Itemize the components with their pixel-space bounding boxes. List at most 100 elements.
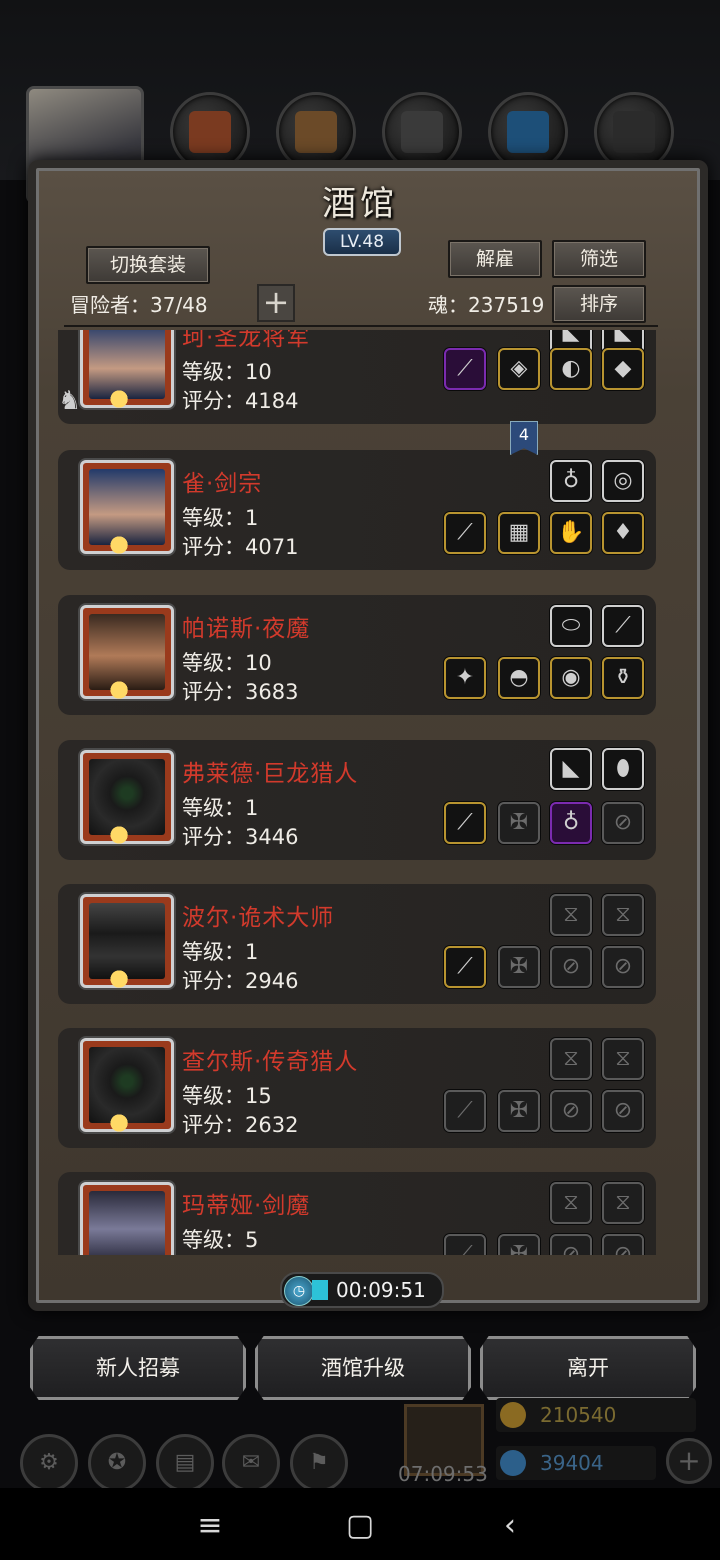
hero-card[interactable]: 帕诺斯·夜魔 等级：10 评分：3683 ⬭ ⟋ ✦ ◓ ◉ ⚱	[58, 595, 656, 715]
armor-slot[interactable]: ◈	[498, 348, 540, 390]
leave-button[interactable]: 离开	[480, 1336, 696, 1400]
refresh-timer: ◷ 00:09:51	[280, 1272, 444, 1308]
hero-list[interactable]: 珂·圣龙将军 等级：10 评分：4184 ◣ ◣ ⟋ ◈ ◐ ◆ ♞ 雀·剑宗 …	[56, 330, 664, 1255]
hero-name: 查尔斯·传奇猎人	[182, 1049, 359, 1075]
sort-button[interactable]: 排序	[552, 285, 646, 323]
header-divider	[64, 325, 658, 327]
back-nav-icon[interactable]: ‹	[490, 1506, 530, 1546]
locked-slot[interactable]: ⧖	[550, 1038, 592, 1080]
weapon-slot[interactable]: ⟋	[444, 512, 486, 554]
hero-card[interactable]: 波尔·诡术大师 等级：1 评分：2946 ⧖ ⧖ ⟋ ✠ ⊘ ⊘	[58, 884, 656, 1004]
guild-icon: ▤	[156, 1434, 214, 1492]
crescent-icon	[110, 966, 136, 992]
hero-card[interactable]: 弗莱德·巨龙猎人 等级：1 评分：3446 ◣ ⬮ ⟋ ✠ ♁ ⊘	[58, 740, 656, 860]
weapon-slot[interactable]: ⟋	[444, 348, 486, 390]
adventurer-count: 冒险者：37/48	[70, 293, 208, 317]
add-slot-button[interactable]: +	[257, 284, 295, 322]
hero-score: 评分：4071	[182, 535, 299, 559]
locked-slot[interactable]: ⧖	[602, 1038, 644, 1080]
hero-card[interactable]: 查尔斯·传奇猎人 等级：15 评分：2632 ⧖ ⧖ ⟋ ✠ ⊘ ⊘	[58, 1028, 656, 1148]
stone-slot[interactable]: ⬮	[602, 748, 644, 790]
hero-score: 评分：3446	[182, 825, 299, 849]
hero-name: 帕诺斯·夜魔	[182, 616, 311, 642]
hero-name: 玛蒂娅·剑魔	[182, 1193, 311, 1219]
crescent-icon	[110, 386, 136, 412]
hero-score: 评分：2632	[182, 1113, 299, 1137]
hero-level: 等级：10	[182, 651, 272, 675]
armor-slot[interactable]: ▦	[498, 512, 540, 554]
tavern-level-badge: LV.48	[323, 228, 401, 256]
empty-armor-slot[interactable]: ✠	[498, 1234, 540, 1255]
home-nav-icon[interactable]: ▢	[340, 1506, 380, 1546]
mail-icon: ✉	[222, 1434, 280, 1492]
hero-level: 等级：10	[182, 360, 272, 384]
staff-slot[interactable]: ⟋	[602, 605, 644, 647]
recruit-button[interactable]: 新人招募	[30, 1336, 246, 1400]
necklace-slot[interactable]: ♁	[550, 460, 592, 502]
clock-icon: ◷	[284, 1276, 314, 1306]
empty-ring-slot[interactable]: ⊘	[602, 946, 644, 988]
empty-armor-slot[interactable]: ✠	[498, 946, 540, 988]
weapon-slot[interactable]: ⟋	[444, 802, 486, 844]
boots-slot[interactable]: ◐	[550, 348, 592, 390]
locked-slot[interactable]: ⧖	[602, 1182, 644, 1224]
weapon-slot[interactable]: ✦	[444, 657, 486, 699]
upgrade-tavern-button[interactable]: 酒馆升级	[255, 1336, 471, 1400]
gem-slot[interactable]: ◉	[550, 657, 592, 699]
gem-icon	[500, 1450, 526, 1476]
empty-armor-slot[interactable]: ✠	[498, 1090, 540, 1132]
gold-amount: 210540	[540, 1403, 617, 1427]
filter-button[interactable]: 筛选	[552, 240, 646, 278]
locked-slot[interactable]: ⧖	[602, 894, 644, 936]
crescent-icon	[110, 677, 136, 703]
empty-ring-slot[interactable]: ⊘	[550, 1234, 592, 1255]
hero-level: 等级：1	[182, 940, 259, 964]
tavern-title: 酒馆	[322, 184, 398, 224]
menu-nav-icon[interactable]: ≡	[190, 1506, 230, 1546]
weapon-slot[interactable]: ⟋	[444, 946, 486, 988]
empty-ring-slot[interactable]: ⊘	[550, 946, 592, 988]
hero-level: 等级：5	[182, 1228, 259, 1252]
crescent-icon	[110, 822, 136, 848]
gem-bar: 39404	[496, 1446, 656, 1480]
empty-weapon-slot[interactable]: ⟋	[444, 1234, 486, 1255]
add-gems-icon: +	[666, 1438, 712, 1484]
gold-bar: 210540	[496, 1398, 696, 1432]
empty-ring-slot[interactable]: ⊘	[550, 1090, 592, 1132]
empty-ring-slot[interactable]: ⊘	[602, 802, 644, 844]
empty-weapon-slot[interactable]: ⟋	[444, 1090, 486, 1132]
idle-figure-icon: ♞	[58, 386, 82, 416]
crescent-icon	[110, 1110, 136, 1136]
ring-slot[interactable]: ◆	[602, 348, 644, 390]
ring-slot[interactable]: ♦	[602, 512, 644, 554]
gold-icon	[500, 1402, 526, 1428]
locked-slot[interactable]: ⧖	[550, 1182, 592, 1224]
achievement-icon: ✪	[88, 1434, 146, 1492]
shop-icon: ⚑	[290, 1434, 348, 1492]
helmet-slot[interactable]: ◓	[498, 657, 540, 699]
locked-slot[interactable]: ⧖	[550, 894, 592, 936]
switch-outfit-button[interactable]: 切换套装	[86, 246, 210, 284]
amulet-slot[interactable]: ◎	[602, 460, 644, 502]
dismiss-button[interactable]: 解雇	[448, 240, 542, 278]
background-time: 07:09:53	[398, 1462, 488, 1486]
gloves-slot[interactable]: ✋	[550, 512, 592, 554]
hero-portrait	[80, 1182, 174, 1255]
empty-armor-slot[interactable]: ✠	[498, 802, 540, 844]
empty-ring-slot[interactable]: ⊘	[602, 1090, 644, 1132]
hero-name: 弗莱德·巨龙猎人	[182, 761, 359, 787]
hero-card[interactable]: 珂·圣龙将军 等级：10 评分：4184 ◣ ◣ ⟋ ◈ ◐ ◆	[58, 330, 656, 424]
hero-level: 等级：1	[182, 796, 259, 820]
empty-ring-slot[interactable]: ⊘	[602, 1234, 644, 1255]
timer-progress-fill	[312, 1280, 328, 1300]
hero-level: 等级：1	[182, 506, 259, 530]
stone-slot[interactable]: ⬭	[550, 605, 592, 647]
charm-slot[interactable]: ◣	[550, 748, 592, 790]
necklace-slot[interactable]: ♁	[550, 802, 592, 844]
hero-card[interactable]: 玛蒂娅·剑魔 等级：5 ⧖ ⧖ ⟋ ✠ ⊘ ⊘	[58, 1172, 656, 1255]
hero-name: 波尔·诡术大师	[182, 905, 335, 931]
hero-card[interactable]: 雀·剑宗 等级：1 评分：4071 ♁ ◎ ⟋ ▦ ✋ ♦	[58, 450, 656, 570]
hero-name: 雀·剑宗	[182, 471, 263, 497]
hero-score: 评分：4184	[182, 389, 299, 413]
potion-slot[interactable]: ⚱	[602, 657, 644, 699]
